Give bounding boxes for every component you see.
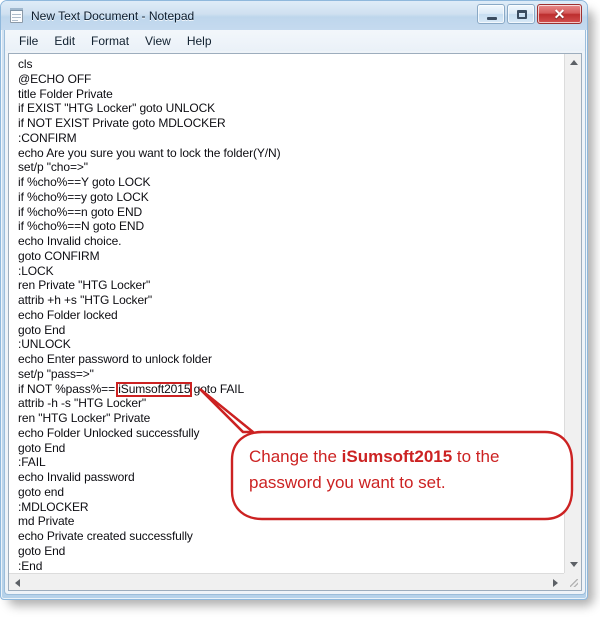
menu-item-edit[interactable]: Edit bbox=[46, 32, 83, 50]
scroll-up-arrow-icon bbox=[569, 60, 578, 65]
menu-item-help[interactable]: Help bbox=[179, 32, 220, 50]
notepad-icon bbox=[9, 7, 25, 24]
callout-line-2: password you want to set. bbox=[249, 473, 446, 492]
code-line: goto End bbox=[18, 543, 66, 558]
code-line: :CONFIRM bbox=[18, 130, 77, 145]
screenshot-root: New Text Document - Notepad ✕ File Edit … bbox=[0, 0, 600, 625]
callout-text-token: iSumsoft2015 bbox=[341, 447, 453, 466]
minimize-icon bbox=[487, 17, 497, 20]
code-line: :End bbox=[18, 558, 43, 573]
callout-text-suffix: to the bbox=[452, 447, 500, 466]
code-line: if NOT EXIST Private goto MDLOCKER bbox=[18, 116, 226, 130]
code-line: if %cho%==y goto LOCK bbox=[18, 189, 149, 204]
scroll-right-arrow-icon bbox=[553, 578, 558, 587]
scroll-left-arrow-icon bbox=[15, 578, 20, 587]
code-line: @ECHO OFF bbox=[18, 71, 92, 86]
code-line: set/p "pass=>" bbox=[18, 366, 94, 381]
notepad-window: New Text Document - Notepad ✕ File Edit … bbox=[0, 0, 588, 600]
code-line: echo Are you sure you want to lock the f… bbox=[18, 145, 281, 160]
scroll-right-button[interactable] bbox=[547, 574, 564, 590]
window-title: New Text Document - Notepad bbox=[31, 8, 195, 23]
caption-button-group: ✕ bbox=[477, 4, 582, 24]
menu-bar: File Edit Format View Help bbox=[4, 30, 586, 51]
code-line: if %cho%==Y goto LOCK bbox=[18, 175, 151, 189]
editor-client-area: cls @ECHO OFF title Folder Private if EXIST… bbox=[4, 51, 586, 595]
code-line: echo Private created successfully bbox=[18, 529, 193, 543]
menu-item-file[interactable]: File bbox=[11, 32, 46, 50]
callout-text-prefix: Change the bbox=[249, 447, 342, 466]
code-line: ren Private "HTG Locker" bbox=[18, 278, 151, 293]
edit-frame: cls @ECHO OFF title Folder Private if EXIST… bbox=[8, 53, 582, 591]
code-line: attrib -h -s "HTG Locker" bbox=[18, 396, 147, 411]
code-line: :UNLOCK bbox=[18, 337, 71, 352]
callout-line-1: Change the iSumsoft2015 to the bbox=[249, 444, 499, 469]
maximize-button[interactable] bbox=[507, 4, 535, 24]
close-icon: ✕ bbox=[553, 6, 566, 22]
code-line: cls bbox=[18, 57, 33, 71]
code-line: if %cho%==n goto END bbox=[18, 204, 143, 219]
code-line: if NOT %pass%== iSumsoft2015 goto FAIL bbox=[18, 381, 245, 396]
code-line: md Private bbox=[18, 514, 75, 529]
vertical-scrollbar[interactable] bbox=[564, 54, 581, 573]
code-line: echo Invalid choice. bbox=[18, 234, 122, 248]
code-line: if %cho%==N goto END bbox=[18, 219, 145, 234]
code-line: attrib +h +s "HTG Locker" bbox=[18, 293, 153, 307]
scroll-left-button[interactable] bbox=[9, 574, 26, 590]
maximize-icon bbox=[517, 10, 527, 19]
resize-grip[interactable] bbox=[564, 573, 581, 590]
scroll-up-button[interactable] bbox=[565, 54, 581, 71]
menu-item-format[interactable]: Format bbox=[83, 32, 137, 50]
code-line: title Folder Private bbox=[18, 86, 113, 101]
code-line: :MDLOCKER bbox=[18, 499, 89, 514]
code-line: ren "HTG Locker" Private bbox=[18, 411, 151, 425]
code-line: echo Enter password to unlock folder bbox=[18, 352, 212, 366]
code-line: :LOCK bbox=[18, 263, 54, 278]
close-button[interactable]: ✕ bbox=[537, 4, 582, 24]
horizontal-scrollbar[interactable] bbox=[9, 573, 564, 590]
code-line: goto CONFIRM bbox=[18, 248, 100, 263]
code-line: if EXIST "HTG Locker" goto UNLOCK bbox=[18, 101, 216, 116]
minimize-button[interactable] bbox=[477, 4, 505, 24]
scroll-down-arrow-icon bbox=[569, 562, 578, 567]
code-line: set/p "cho=>" bbox=[18, 160, 88, 175]
code-line: goto End bbox=[18, 322, 66, 337]
code-line: echo Folder locked bbox=[18, 307, 118, 322]
menu-item-view[interactable]: View bbox=[137, 32, 179, 50]
code-line: echo Folder Unlocked successfully bbox=[18, 425, 200, 440]
title-bar[interactable]: New Text Document - Notepad ✕ bbox=[1, 1, 587, 30]
scroll-down-button[interactable] bbox=[565, 556, 581, 573]
